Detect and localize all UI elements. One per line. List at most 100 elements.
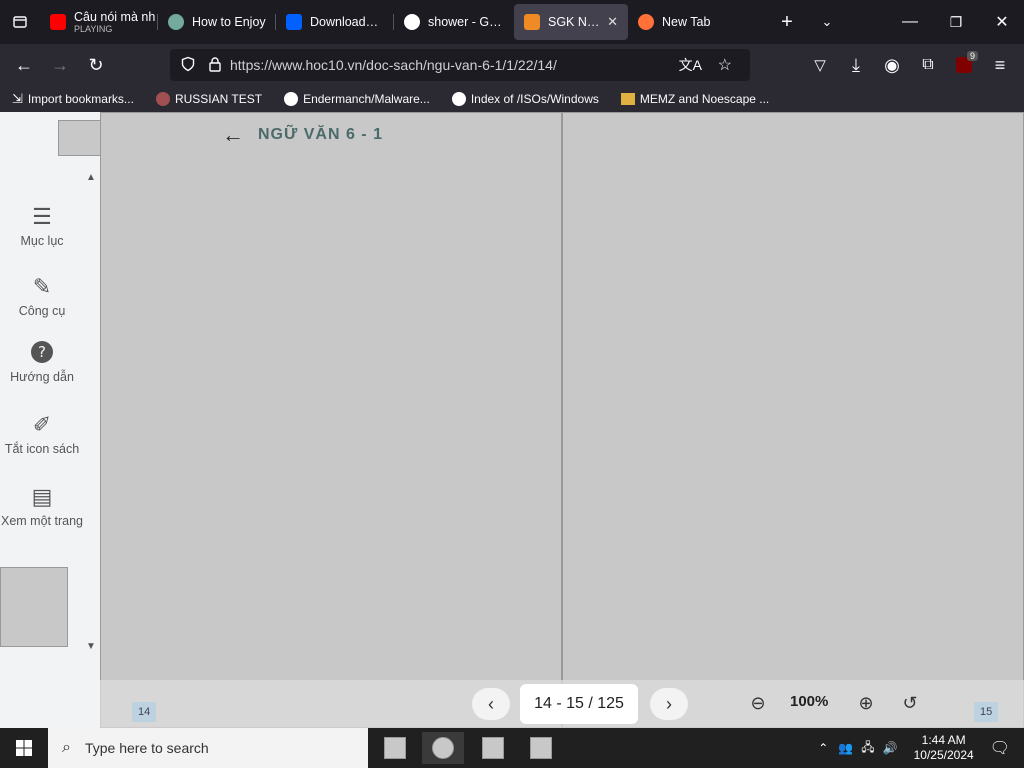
app-menu-icon[interactable]: ≡ [982, 49, 1018, 81]
book-title: NGỮ VĂN 6 - 1 [258, 126, 383, 143]
sidebar-item-label: Mục lục [20, 234, 64, 248]
link-icon [155, 92, 170, 106]
tab-youtube[interactable]: Câu nói mà nh PLAYING [40, 0, 158, 44]
google-icon [451, 92, 466, 106]
extensions-icon[interactable]: ⧉ [910, 49, 946, 81]
left-page-number: 14 [132, 702, 157, 722]
shield-icon[interactable] [180, 56, 196, 75]
url-text: https://www.hoc10.vn/doc-sach/ngu-van-6-… [230, 57, 557, 73]
bookmark-endermanch[interactable]: Endermanch/Malware... [272, 92, 430, 106]
sidebar-item-guide[interactable]: ? Hướng dẫn [0, 340, 84, 384]
sidebar-item-label: Công cụ [18, 304, 66, 318]
sidebar-decoration [0, 567, 68, 647]
tab-label: SGK Ngữ vă [548, 15, 602, 29]
menu-icon: ☰ [32, 204, 52, 229]
sidebar-item-table-of-contents[interactable]: ☰ Mục lục [0, 204, 84, 248]
google-icon [284, 92, 299, 106]
new-tab-button[interactable]: + [772, 0, 802, 44]
textbook-page-left [100, 112, 562, 728]
bookmark-import[interactable]: ⇲ Import bookmarks... [0, 91, 134, 107]
google-icon [404, 14, 420, 30]
minimize-button[interactable]: — [888, 0, 932, 44]
sidebar-scrollbar[interactable]: ▲ ▼ [84, 172, 98, 652]
bookmark-russian-test[interactable]: RUSSIAN TEST [144, 92, 262, 106]
network-icon[interactable]: 🖧 [861, 738, 874, 759]
taskbar-search[interactable]: ⌕ Type here to search [48, 728, 368, 768]
scroll-down-icon[interactable]: ▼ [84, 641, 98, 652]
next-page-button[interactable]: › [650, 688, 688, 720]
tab-sgk-active[interactable]: SGK Ngữ vă ✕ [514, 4, 628, 40]
chatgpt-icon [168, 14, 184, 30]
svg-text:?: ? [38, 343, 46, 361]
clock[interactable]: 1:44 AM 10/25/2024 [914, 733, 974, 763]
bookmark-memz[interactable]: MEMZ and Noescape ... [609, 92, 769, 106]
tab-chatgpt[interactable]: How to Enjoy [158, 0, 276, 44]
restore-button[interactable]: ❐ [934, 0, 978, 44]
tray-chevron-icon[interactable]: ⌃ [818, 741, 828, 755]
system-tray: ⌃ 👥 🖧 🔊 1:44 AM 10/25/2024 🗨 [818, 728, 1024, 768]
search-icon: ⌕ [62, 739, 71, 756]
tab-label: shower - Goog [428, 15, 504, 29]
ublock-icon[interactable]: 9 [946, 49, 982, 81]
bookmark-label: RUSSIAN TEST [174, 92, 263, 106]
translate-icon[interactable]: 文A [679, 55, 702, 75]
url-bar[interactable]: https://www.hoc10.vn/doc-sach/ngu-van-6-… [170, 49, 750, 81]
chat-app-icon[interactable] [472, 732, 514, 764]
tab-dropbox[interactable]: Downloads - B [276, 0, 394, 44]
reset-zoom-icon[interactable]: ↺ [898, 691, 922, 715]
sidebar-item-label: Hướng dẫn [10, 370, 74, 384]
clock-date: 10/25/2024 [913, 748, 974, 762]
volume-icon[interactable]: 🔊 [883, 741, 898, 755]
bookmark-isos[interactable]: Index of /ISOs/Windows [440, 92, 599, 106]
sidebar: ☰ Mục lục ✎ Công cụ ? Hướng dẫn ✐ Tắt ic… [0, 112, 144, 728]
import-icon: ⇲ [12, 91, 23, 106]
tab-label: Câu nói mà nh [74, 10, 156, 24]
back-button[interactable]: ← [6, 49, 42, 81]
tab-overview-icon[interactable] [0, 0, 40, 44]
youtube-icon [50, 14, 66, 30]
hoc10-icon [524, 14, 540, 30]
people-icon[interactable]: 👥 [838, 741, 853, 755]
textbook-page-right [562, 112, 1024, 728]
scroll-up-icon[interactable]: ▲ [84, 172, 98, 183]
tab-label: How to Enjoy [192, 15, 266, 29]
tab-label: New Tab [662, 15, 711, 29]
bookmark-star-icon[interactable]: ☆ [718, 55, 732, 75]
close-tab-icon[interactable]: ✕ [607, 14, 618, 30]
zoom-in-icon[interactable]: ⊕ [854, 691, 878, 715]
dropbox-icon [286, 14, 302, 30]
tab-bar: Câu nói mà nh PLAYING How to Enjoy Downlo… [0, 0, 1024, 44]
windows-start-icon[interactable] [0, 728, 48, 768]
page-indicator[interactable]: 14 - 15 / 125 [520, 684, 638, 724]
forward-button[interactable]: → [42, 49, 78, 81]
sidebar-item-toggle-icons[interactable]: ✐ Tắt icon sách [0, 412, 84, 456]
sidebar-item-single-page[interactable]: ▤ Xem một trang [0, 484, 84, 528]
firefox-taskbar-icon[interactable] [422, 732, 464, 764]
bookmarks-bar: ⇲ Import bookmarks... RUSSIAN TEST Ender… [0, 86, 1024, 112]
notifications-icon[interactable]: 🗨 [990, 738, 1010, 758]
bookmark-label: Index of /ISOs/Windows [470, 92, 599, 106]
tab-google[interactable]: shower - Goog [394, 0, 514, 44]
previous-page-button[interactable]: ‹ [472, 688, 510, 720]
list-tabs-chevron-icon[interactable]: ⌄ [812, 0, 842, 44]
lock-icon[interactable] [208, 56, 222, 75]
firefox-icon [638, 14, 654, 30]
sidebar-item-label: Xem một trang [1, 514, 83, 528]
bookmark-label: MEMZ and Noescape ... [639, 92, 770, 106]
help-icon: ? [29, 340, 55, 366]
flag-app-icon[interactable] [520, 732, 562, 764]
pocket-icon[interactable]: ▽ [802, 49, 838, 81]
account-icon[interactable]: ◉ [874, 49, 910, 81]
file-explorer-icon[interactable] [374, 732, 416, 764]
tab-playing-label: PLAYING [74, 24, 113, 34]
back-arrow-icon[interactable]: ← [222, 122, 244, 148]
tab-new-tab[interactable]: New Tab [628, 0, 748, 44]
clock-time: 1:44 AM [921, 733, 966, 747]
zoom-out-icon[interactable]: ⊖ [746, 691, 770, 715]
sidebar-item-tools[interactable]: ✎ Công cụ [0, 274, 84, 318]
downloads-icon[interactable]: ⤓ [838, 49, 874, 81]
reload-button[interactable]: ↻ [78, 49, 114, 81]
close-window-button[interactable]: ✕ [980, 0, 1024, 44]
nav-bar: ← → ↻ https://www.hoc10.vn/doc-sach/ngu-… [0, 44, 1024, 86]
page-viewer-toolbar: ‹ 14 - 15 / 125 › ⊖ 100% ⊕ ↺ [100, 680, 1024, 728]
